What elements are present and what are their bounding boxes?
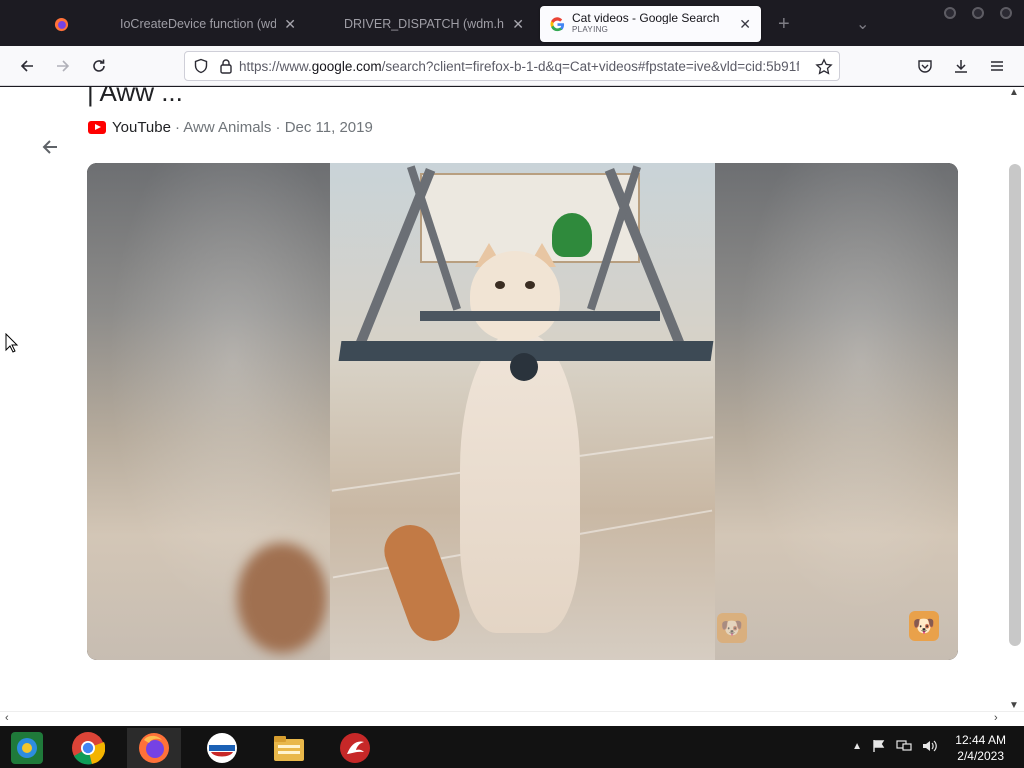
tab-title: IoCreateDevice function (wdm.h: [120, 17, 277, 31]
menu-icon: [991, 61, 1003, 71]
youtube-icon: [88, 121, 106, 134]
taskbar-file-explorer[interactable]: [262, 728, 316, 768]
reload-icon: [93, 59, 105, 72]
volume-icon[interactable]: [922, 739, 938, 753]
chevron-up-icon[interactable]: ▲: [852, 741, 862, 752]
new-tab-button[interactable]: +: [768, 6, 798, 42]
close-window-button[interactable]: [1000, 7, 1012, 19]
taskbar-outlook[interactable]: [195, 728, 249, 768]
menu-button[interactable]: [985, 54, 1009, 78]
source-meta: · Aww Animals · Dec 11, 2019: [174, 119, 373, 136]
network-icon[interactable]: [896, 739, 912, 753]
window-controls: [944, 7, 1012, 19]
horizontal-scrollbar[interactable]: ‹ ›: [0, 711, 1024, 726]
url-text[interactable]: https://www.google.com/search?client=fir…: [239, 59, 799, 74]
system-tray: ▲: [852, 739, 938, 753]
microsoft-icon: [322, 17, 337, 32]
url-prefix: https://www.: [239, 58, 312, 74]
download-icon: [955, 60, 967, 73]
tab-iocreatedevice[interactable]: IoCreateDevice function (wdm.h ✕: [88, 6, 306, 42]
source-name[interactable]: YouTube: [112, 119, 171, 136]
taskbar-app[interactable]: [328, 728, 382, 768]
firefox-icon: [54, 17, 69, 32]
plant-image: [552, 213, 592, 257]
url-bar[interactable]: https://www.google.com/search?client=fir…: [184, 51, 840, 81]
cat-tail: [377, 517, 467, 649]
scroll-down-icon[interactable]: ▼: [1009, 700, 1019, 711]
scroll-left-icon[interactable]: ‹: [5, 712, 9, 724]
downloads-button[interactable]: [949, 54, 973, 78]
chrome-icon: [72, 732, 105, 765]
back-arrow-icon: [20, 60, 33, 72]
scroll-thumb[interactable]: [1009, 164, 1021, 646]
result-title[interactable]: | Aww ...: [87, 87, 183, 108]
microsoft-icon: [98, 17, 113, 32]
navigation-toolbar: https://www.google.com/search?client=fir…: [0, 46, 1024, 86]
taskbar-firefox[interactable]: [127, 728, 181, 768]
tab-firefox-home[interactable]: [44, 6, 84, 42]
shield-icon[interactable]: [193, 58, 209, 74]
plus-icon: +: [778, 12, 790, 35]
url-host: google.com: [311, 58, 382, 74]
flag-icon[interactable]: [872, 739, 886, 753]
tab-close-icon[interactable]: ✕: [284, 16, 296, 33]
system-clock[interactable]: 12:44 AM 2/4/2023: [955, 732, 1006, 764]
google-icon: [550, 16, 565, 32]
maximize-button[interactable]: [972, 7, 984, 19]
lock-icon[interactable]: [219, 58, 233, 74]
video-blur-left: [87, 163, 330, 660]
video-player[interactable]: 🐶 🐶: [87, 163, 958, 660]
taskbar-chrome[interactable]: [61, 728, 115, 768]
taskbar: ▲ 12:44 AM 2/4/2023: [0, 726, 1024, 768]
forward-arrow-icon: [57, 60, 70, 72]
minimize-button[interactable]: [944, 7, 956, 19]
mouse-cursor-icon: [5, 333, 19, 353]
tab-close-icon[interactable]: ✕: [739, 16, 751, 33]
tab-close-icon[interactable]: ✕: [512, 16, 524, 33]
vertical-scrollbar[interactable]: ▲ ▼: [1006, 87, 1024, 711]
cat-head: [470, 251, 560, 341]
page-content: | Aww ... YouTube · Aww Animals · Dec 11…: [0, 87, 1006, 711]
result-source-line: YouTube · Aww Animals · Dec 11, 2019: [88, 119, 373, 136]
video-frame: [330, 163, 715, 660]
url-path: /search?client=firefox-b-1-d&q=Cat+video…: [381, 58, 799, 74]
taskbar-ie[interactable]: [0, 728, 54, 768]
firefox-icon: [139, 733, 169, 763]
tab-title: DRIVER_DISPATCH (wdm.h) - \: [344, 17, 505, 31]
file-explorer-icon: [274, 736, 304, 761]
clock-time: 12:44 AM: [955, 733, 1006, 747]
tab-title: Cat videos - Google Search: [572, 12, 720, 24]
reload-button[interactable]: [87, 54, 111, 78]
tab-strip: IoCreateDevice function (wdm.h ✕ DRIVER_…: [0, 0, 1024, 46]
pocket-button[interactable]: [913, 54, 937, 78]
ie-icon: [11, 732, 43, 764]
chevron-down-icon: ⌄: [856, 16, 870, 33]
video-blur-right: [715, 163, 958, 660]
pwn-app-icon: [340, 733, 370, 763]
forward-button[interactable]: [51, 54, 75, 78]
back-arrow-icon: [42, 140, 57, 154]
scroll-right-icon[interactable]: ›: [994, 712, 998, 724]
tab-cat-videos[interactable]: Cat videos - Google Search PLAYING ✕: [540, 6, 761, 42]
channel-watermark-icon: 🐶: [717, 613, 747, 643]
scroll-up-icon[interactable]: ▲: [1009, 87, 1019, 98]
back-button[interactable]: [15, 54, 39, 78]
clock-date: 2/4/2023: [957, 749, 1004, 763]
outlook-icon: [207, 733, 237, 763]
tab-driver-dispatch[interactable]: DRIVER_DISPATCH (wdm.h) - \ ✕: [312, 6, 534, 42]
star-icon[interactable]: [815, 58, 833, 76]
pocket-icon: [918, 60, 932, 73]
tab-playing-label: PLAYING: [572, 25, 609, 34]
close-preview-button[interactable]: [40, 137, 60, 163]
list-all-tabs-button[interactable]: ⌄: [846, 6, 876, 42]
channel-logo-icon: 🐶: [909, 611, 939, 641]
